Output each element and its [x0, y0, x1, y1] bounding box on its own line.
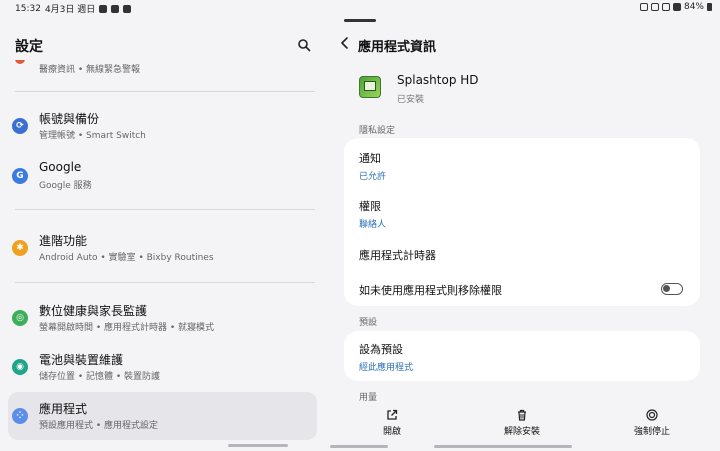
google-icon: G — [12, 168, 28, 184]
uninstall-label: 解除安裝 — [503, 427, 540, 437]
settings-item-digital-wellbeing[interactable]: ◎ 數位健康與家長監護 螢幕開啟時間 • 應用程式計時器 • 就寢模式 — [8, 294, 317, 342]
action-bar: 開啟 解除安裝 強制停止 — [330, 405, 720, 451]
gear-plus-icon: ✱ — [12, 240, 28, 256]
battery-percent: 84% — [683, 2, 704, 12]
notifications-title: 通知 — [359, 152, 381, 165]
defaults-card: 設為預設 經此應用程式 — [344, 331, 700, 381]
divider — [15, 91, 315, 92]
wifi-icon — [661, 3, 670, 11]
remove-permissions-title: 如未使用應用程式則移除權限 — [359, 284, 502, 297]
settings-item-battery-device-care[interactable]: ◉ 電池與裝置維護 儲存位置 • 記憶體 • 裝置防護 — [8, 343, 317, 391]
app-install-status: 已安裝 — [397, 95, 425, 105]
force-stop-button[interactable]: 強制停止 — [612, 409, 692, 437]
settings-item-apps[interactable]: ⁘ 應用程式 預設應用程式 • 應用程式設定 — [8, 392, 317, 440]
stop-icon — [646, 409, 658, 421]
privacy-card: 通知 已允許 權限 聯絡人 應用程式計時器 如未使用應用程式則移除權限 — [344, 138, 700, 306]
app-timer-title: 應用程式計時器 — [359, 249, 436, 262]
set-default-row[interactable]: 設為預設 經此應用程式 — [359, 341, 689, 373]
set-default-title: 設為預設 — [359, 343, 403, 356]
section-label-privacy: 隱私設定 — [359, 126, 396, 136]
remove-permissions-toggle[interactable] — [661, 283, 683, 295]
gesture-bar — [434, 445, 572, 448]
safety-emergency-item[interactable]: 醫療資訊 • 無線緊急警報 — [15, 60, 315, 76]
mute-icon — [650, 3, 659, 11]
permissions-title: 權限 — [359, 200, 381, 213]
open-label: 開啟 — [382, 427, 401, 437]
device-care-icon: ◉ — [12, 359, 28, 375]
section-label-defaults: 預設 — [359, 318, 378, 328]
divider — [15, 282, 315, 283]
status-time: 15:32 — [15, 3, 41, 14]
sync-icon: ⟳ — [12, 118, 28, 134]
battery-icon — [707, 3, 712, 11]
search-icon[interactable] — [297, 38, 311, 52]
settings-item-subtitle: 管理帳號 • Smart Switch — [39, 131, 146, 141]
back-icon[interactable] — [338, 36, 352, 50]
divider — [15, 209, 315, 210]
permissions-row[interactable]: 權限 聯絡人 — [359, 198, 689, 230]
settings-item-title: 帳號與備份 — [39, 112, 100, 126]
message-notification-icon — [123, 4, 132, 13]
mail-notification-icon — [111, 4, 120, 13]
trash-icon — [518, 409, 526, 421]
section-label-usage: 用量 — [359, 393, 378, 403]
app-name: Splashtop HD — [397, 73, 479, 87]
settings-item-subtitle: 螢幕開啟時間 • 應用程式計時器 • 就寢模式 — [39, 323, 215, 333]
splashtop-app-icon — [359, 76, 381, 98]
open-button[interactable]: 開啟 — [352, 409, 432, 437]
status-left: 15:32 4月3日 週日 — [15, 2, 132, 15]
status-right: 84% — [639, 2, 712, 12]
vpn-icon — [639, 3, 648, 11]
safety-subtitle: 醫療資訊 • 無線緊急警報 — [39, 65, 141, 75]
apps-icon: ⁘ — [12, 408, 28, 424]
settings-item-subtitle: 儲存位置 • 記憶體 • 裝置防護 — [39, 372, 161, 382]
settings-item-subtitle: 預設應用程式 • 應用程式設定 — [39, 421, 159, 431]
settings-title: 設定 — [15, 39, 43, 55]
settings-item-title: 進階功能 — [39, 234, 88, 248]
settings-item-subtitle: Android Auto • 實驗室 • Bixby Routines — [39, 253, 214, 263]
status-bar: 15:32 4月3日 週日 84% — [0, 0, 720, 16]
remove-permissions-row[interactable]: 如未使用應用程式則移除權限 — [359, 282, 689, 298]
uninstall-button[interactable]: 解除安裝 — [482, 409, 562, 437]
pane-drag-handle[interactable] — [344, 19, 376, 22]
status-date: 4月3日 週日 — [44, 5, 96, 15]
notifications-row[interactable]: 通知 已允許 — [359, 150, 689, 182]
settings-item-title: 應用程式 — [39, 402, 88, 416]
permissions-value: 聯絡人 — [359, 220, 387, 230]
app-timer-row[interactable]: 應用程式計時器 — [359, 247, 689, 263]
settings-item-title: 電池與裝置維護 — [39, 353, 124, 367]
notifications-value: 已允許 — [359, 172, 387, 182]
wellbeing-icon: ◎ — [12, 310, 28, 326]
settings-item-subtitle: Google 服務 — [39, 181, 92, 191]
signal-icon — [672, 3, 681, 11]
app-info-pane: 應用程式資訊 Splashtop HD 已安裝 隱私設定 通知 已允許 權限 聯… — [330, 16, 720, 451]
settings-item-accounts[interactable]: ⟳ 帳號與備份 管理帳號 • Smart Switch — [8, 102, 317, 150]
page-title: 應用程式資訊 — [358, 40, 437, 55]
gesture-bar — [228, 444, 288, 447]
set-default-value: 經此應用程式 — [359, 363, 414, 373]
gesture-bar — [330, 445, 388, 448]
settings-item-title: 數位健康與家長監護 — [39, 304, 148, 318]
safety-icon — [15, 60, 25, 64]
settings-pane: 設定 醫療資訊 • 無線緊急警報 ⟳ 帳號與備份 管理帳號 • Smart Sw… — [0, 16, 330, 451]
open-external-icon — [387, 409, 398, 420]
force-stop-label: 強制停止 — [633, 427, 670, 437]
gallery-notification-icon — [99, 4, 108, 13]
settings-item-google[interactable]: G Google Google 服務 — [8, 152, 317, 200]
settings-item-title: Google — [39, 160, 82, 174]
settings-item-advanced-features[interactable]: ✱ 進階功能 Android Auto • 實驗室 • Bixby Routin… — [8, 224, 317, 272]
